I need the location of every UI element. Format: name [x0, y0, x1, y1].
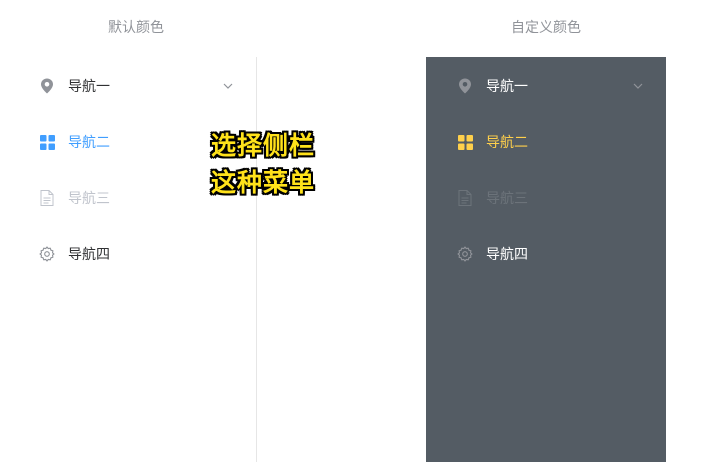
custom-menu-item-nav1[interactable]: 导航一 [426, 58, 666, 114]
custom-menu-item-nav3[interactable]: 导航三 [426, 170, 666, 226]
default-menu-label-nav4: 导航四 [68, 246, 110, 262]
custom-menu-item-nav2[interactable]: 导航二 [426, 114, 666, 170]
custom-menu-label-nav4: 导航四 [486, 246, 528, 262]
custom-sidebar-menu: 导航一 导航二 导航三 导航四 [426, 57, 666, 462]
default-menu-label-nav1: 导航一 [68, 78, 110, 94]
default-menu-label-nav3: 导航三 [68, 190, 110, 206]
document-icon [38, 189, 56, 207]
setting-icon [38, 245, 56, 263]
default-menu-label-nav2: 导航二 [68, 134, 110, 150]
custom-menu-label-nav3: 导航三 [486, 190, 528, 206]
custom-menu-label-nav1: 导航一 [486, 78, 528, 94]
location-icon [38, 77, 56, 95]
location-icon [456, 77, 474, 95]
custom-color-title: 自定义颜色 [511, 19, 581, 35]
annotation-line-1: 选择侧栏 [211, 131, 316, 160]
chevron-down-icon [632, 79, 644, 91]
annotation-overlay: 选择侧栏 这种菜单 [211, 127, 315, 201]
document-icon [456, 189, 474, 207]
setting-icon [456, 245, 474, 263]
default-sidebar-menu: 导航一 导航二 导航三 导航四 [0, 57, 257, 462]
menu-grid-icon [38, 133, 56, 151]
default-color-title: 默认颜色 [108, 19, 164, 35]
annotation-line-2: 这种菜单 [211, 168, 316, 197]
custom-menu-label-nav2: 导航二 [486, 134, 528, 150]
menu-grid-icon [456, 133, 474, 151]
default-menu-item-nav1[interactable]: 导航一 [0, 58, 256, 114]
custom-menu-item-nav4[interactable]: 导航四 [426, 226, 666, 282]
default-menu-item-nav4[interactable]: 导航四 [0, 226, 256, 282]
chevron-down-icon [222, 79, 234, 91]
